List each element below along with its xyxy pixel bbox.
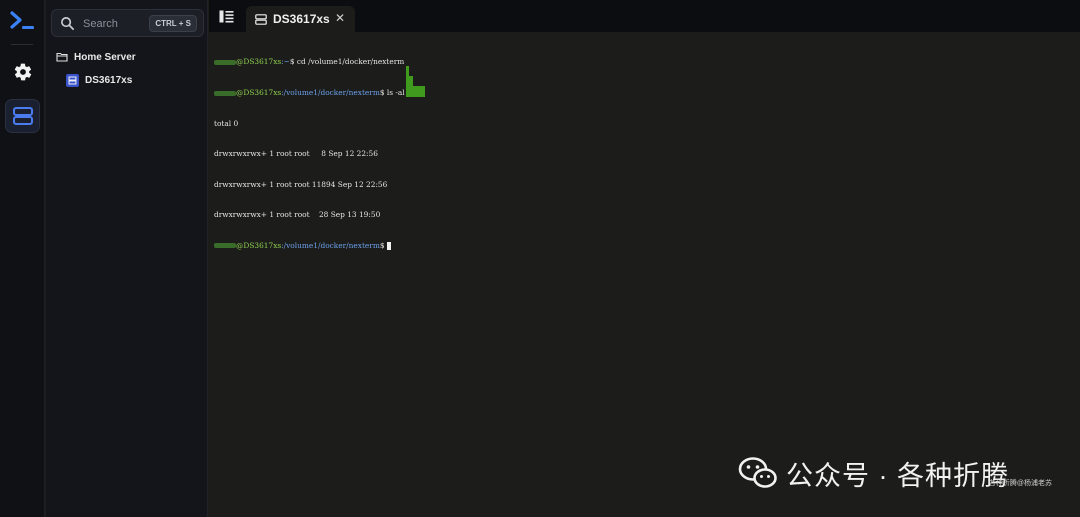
server-label: DS3617xs: [85, 74, 133, 86]
terminal-line: total 0: [214, 118, 239, 128]
terminal-view[interactable]: @DS3617xs:~$ cd /volume1/docker/nexterm …: [209, 32, 1080, 517]
search-box[interactable]: CTRL + S: [51, 9, 204, 37]
gear-icon: [14, 63, 31, 81]
terminal-line: drwxrwxrwx+ 1 root root 8 Sep 12 22:56: [214, 149, 378, 159]
watermark-text: 公众号 · 各种折腾: [786, 460, 1009, 491]
terminal-cursor: [386, 241, 391, 250]
terminal-output: @DS3617xs:~$ cd /volume1/docker/nexterm …: [214, 37, 405, 272]
redacted-username: [214, 59, 236, 65]
redacted-username: [214, 90, 236, 96]
search-shortcut-badge: CTRL + S: [149, 15, 197, 32]
redacted-filenames: [406, 66, 425, 97]
icon-rail: [0, 0, 45, 517]
search-icon: [61, 17, 74, 30]
folder-home-server[interactable]: Home Server: [56, 49, 136, 65]
server-item-ds3617xs[interactable]: DS3617xs: [66, 72, 132, 88]
settings-button[interactable]: [5, 55, 40, 89]
folder-label: Home Server: [74, 51, 136, 63]
server-icon: [66, 73, 79, 87]
tab-label: DS3617xs: [273, 12, 330, 26]
wechat-icon: [738, 457, 777, 488]
terminal-prompt-icon[interactable]: [9, 9, 37, 33]
folder-icon: [56, 52, 68, 62]
server-stack-icon: [12, 107, 33, 125]
server-panel: CTRL + S Home Server DS3617xs: [46, 0, 208, 517]
terminal-line: drwxrwxrwx+ 1 root root 28 Sep 13 19:50: [214, 210, 381, 220]
servers-button[interactable]: [5, 99, 40, 133]
terminal-line: @DS3617xs:/volume1/docker/nexterm$: [214, 241, 405, 251]
watermark: 公众号 · 各种折腾 各种折腾@杨浦老苏: [738, 448, 1064, 498]
watermark-credit: 各种折腾@杨浦老苏: [988, 480, 1052, 487]
server-icon: [255, 13, 267, 25]
search-input[interactable]: [83, 15, 153, 32]
close-icon[interactable]: ✕: [335, 12, 345, 24]
tab-ds3617xs[interactable]: DS3617xs ✕: [246, 6, 355, 32]
terminal-line: drwxrwxrwx+ 1 root root 11894 Sep 12 22:…: [214, 179, 388, 189]
terminal-line: @DS3617xs:~$ cd /volume1/docker/nexterm: [214, 57, 405, 67]
rail-divider: [11, 44, 33, 45]
tab-bar: DS3617xs ✕: [209, 0, 1080, 32]
redacted-username: [214, 243, 236, 249]
terminal-line: @DS3617xs:/volume1/docker/nexterm$ ls -a…: [214, 88, 405, 98]
sidebar-toggle-icon[interactable]: [219, 10, 234, 23]
